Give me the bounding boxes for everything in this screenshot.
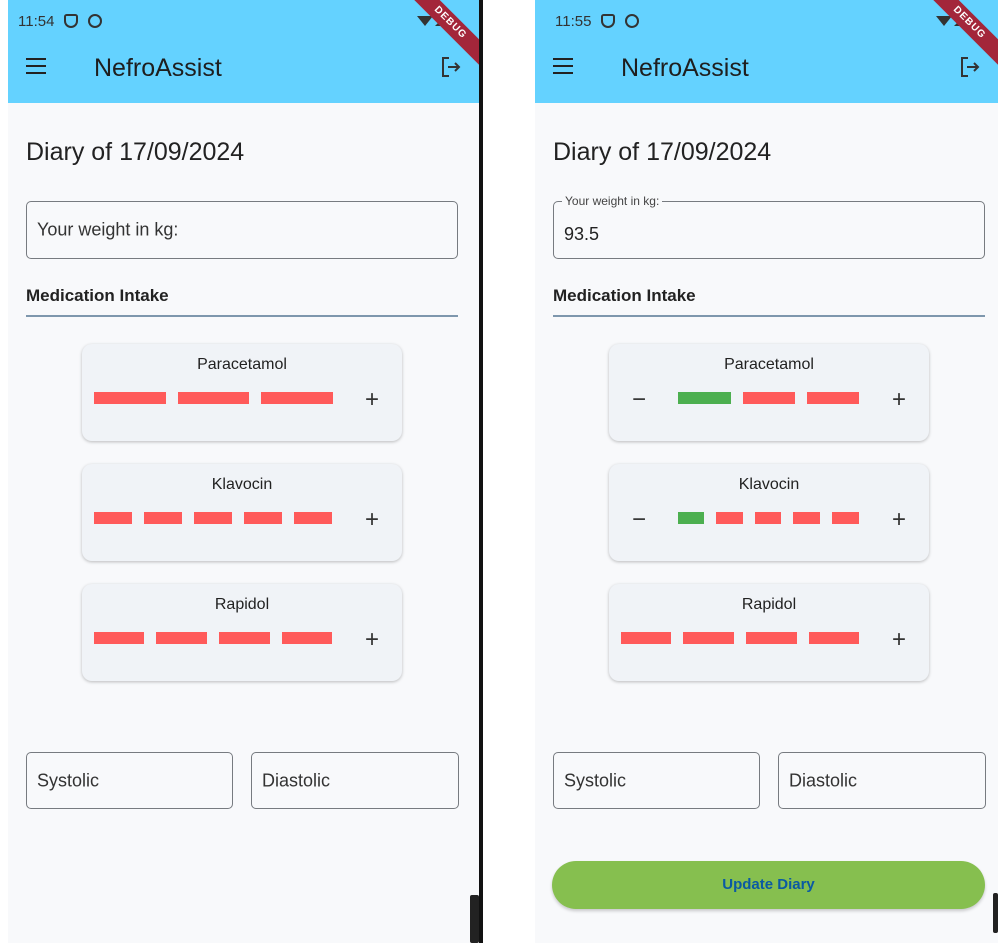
systolic-placeholder: Systolic bbox=[564, 770, 627, 790]
phone-screen-left: 11:54 DEBUG NefroAssist Diary of 17/09/2… bbox=[8, 0, 479, 943]
dose-indicator bbox=[743, 392, 795, 404]
add-dose-button[interactable]: + bbox=[887, 388, 911, 412]
section-divider bbox=[26, 315, 458, 317]
sync-icon bbox=[88, 14, 103, 28]
status-time: 11:55 bbox=[555, 12, 592, 30]
dose-indicator bbox=[809, 632, 859, 644]
diastolic-placeholder: Diastolic bbox=[789, 770, 858, 790]
dose-indicator bbox=[621, 632, 671, 644]
menu-icon[interactable] bbox=[26, 58, 46, 74]
dose-indicator bbox=[219, 632, 270, 644]
status-bar: 11:54 bbox=[18, 10, 103, 32]
app-bar: 11:55 DEBUG NefroAssist bbox=[535, 0, 998, 103]
weight-placeholder: Your weight in kg: bbox=[37, 219, 179, 240]
app-title: NefroAssist bbox=[621, 54, 749, 82]
add-dose-button[interactable]: + bbox=[887, 628, 911, 652]
diastolic-placeholder: Diastolic bbox=[262, 770, 331, 790]
weight-field[interactable]: Your weight in kg: bbox=[26, 201, 458, 259]
systolic-field[interactable]: Systolic bbox=[26, 752, 233, 809]
dose-indicator bbox=[144, 512, 182, 524]
medication-card-klavocin: Klavocin − + bbox=[609, 464, 929, 561]
medication-card-paracetamol: Paracetamol + bbox=[82, 344, 402, 441]
medication-name: Paracetamol bbox=[197, 356, 287, 373]
add-dose-button[interactable]: + bbox=[887, 508, 911, 532]
sync-icon bbox=[625, 14, 640, 28]
diastolic-field[interactable]: Diastolic bbox=[251, 752, 459, 809]
status-bar: 11:55 bbox=[555, 10, 640, 32]
dose-indicators bbox=[82, 512, 402, 526]
dose-indicator bbox=[716, 512, 743, 524]
medication-card-rapidol: Rapidol + bbox=[609, 584, 929, 681]
dose-indicator bbox=[683, 632, 734, 644]
dose-indicator bbox=[156, 632, 207, 644]
medication-name: Rapidol bbox=[214, 596, 270, 613]
dose-indicator bbox=[807, 392, 859, 404]
medication-name: Paracetamol bbox=[724, 356, 814, 373]
section-divider bbox=[553, 315, 985, 317]
dose-indicator bbox=[746, 632, 797, 644]
dose-indicator bbox=[244, 512, 282, 524]
logout-icon[interactable] bbox=[439, 55, 463, 79]
dose-indicator bbox=[793, 512, 820, 524]
medication-name: Rapidol bbox=[741, 596, 797, 613]
shield-icon bbox=[64, 14, 79, 28]
dose-indicator bbox=[94, 512, 132, 524]
dose-indicator bbox=[94, 632, 144, 644]
systolic-placeholder: Systolic bbox=[37, 770, 100, 790]
menu-icon[interactable] bbox=[553, 58, 573, 74]
dose-indicators bbox=[609, 512, 929, 526]
diastolic-field[interactable]: Diastolic bbox=[778, 752, 986, 809]
medication-card-paracetamol: Paracetamol − + bbox=[609, 344, 929, 441]
diary-title: Diary of 17/09/2024 bbox=[26, 138, 245, 166]
dose-indicator-taken bbox=[678, 512, 704, 524]
diary-title: Diary of 17/09/2024 bbox=[553, 138, 772, 166]
dose-indicator-taken bbox=[678, 392, 731, 404]
weight-label: Your weight in kg: bbox=[562, 194, 663, 208]
logout-icon[interactable] bbox=[958, 55, 982, 79]
medication-name: Klavocin bbox=[738, 476, 800, 493]
update-diary-button[interactable]: Update Diary bbox=[552, 861, 985, 909]
dose-indicators bbox=[82, 632, 402, 646]
status-time: 11:54 bbox=[18, 12, 55, 30]
systolic-field[interactable]: Systolic bbox=[553, 752, 760, 809]
scroll-handle bbox=[993, 893, 998, 933]
dose-indicator bbox=[294, 512, 332, 524]
dose-indicators bbox=[609, 632, 929, 646]
dose-indicators bbox=[609, 392, 929, 406]
add-dose-button[interactable]: + bbox=[360, 628, 384, 652]
dose-indicator bbox=[832, 512, 859, 524]
dose-indicator bbox=[755, 512, 781, 524]
dose-indicators bbox=[82, 392, 402, 406]
shield-icon bbox=[601, 14, 616, 28]
weight-value: 93.5 bbox=[564, 224, 600, 244]
app-bar: 11:54 DEBUG NefroAssist bbox=[8, 0, 479, 103]
scroll-handle bbox=[470, 895, 479, 943]
weight-field[interactable]: Your weight in kg: 93.5 bbox=[553, 194, 985, 259]
add-dose-button[interactable]: + bbox=[360, 508, 384, 532]
dose-indicator bbox=[178, 392, 249, 404]
medication-section-title: Medication Intake bbox=[553, 286, 696, 305]
dose-indicator bbox=[261, 392, 333, 404]
medication-card-rapidol: Rapidol + bbox=[82, 584, 402, 681]
screen-divider bbox=[479, 0, 483, 943]
dose-indicator bbox=[194, 512, 232, 524]
medication-section-title: Medication Intake bbox=[26, 286, 169, 305]
medication-name: Klavocin bbox=[211, 476, 273, 493]
add-dose-button[interactable]: + bbox=[360, 388, 384, 412]
dose-indicator bbox=[94, 392, 166, 404]
app-title: NefroAssist bbox=[94, 54, 222, 82]
medication-card-klavocin: Klavocin + bbox=[82, 464, 402, 561]
phone-screen-right: 11:55 DEBUG NefroAssist Diary of 17/09/2… bbox=[535, 0, 998, 943]
dose-indicator bbox=[282, 632, 332, 644]
